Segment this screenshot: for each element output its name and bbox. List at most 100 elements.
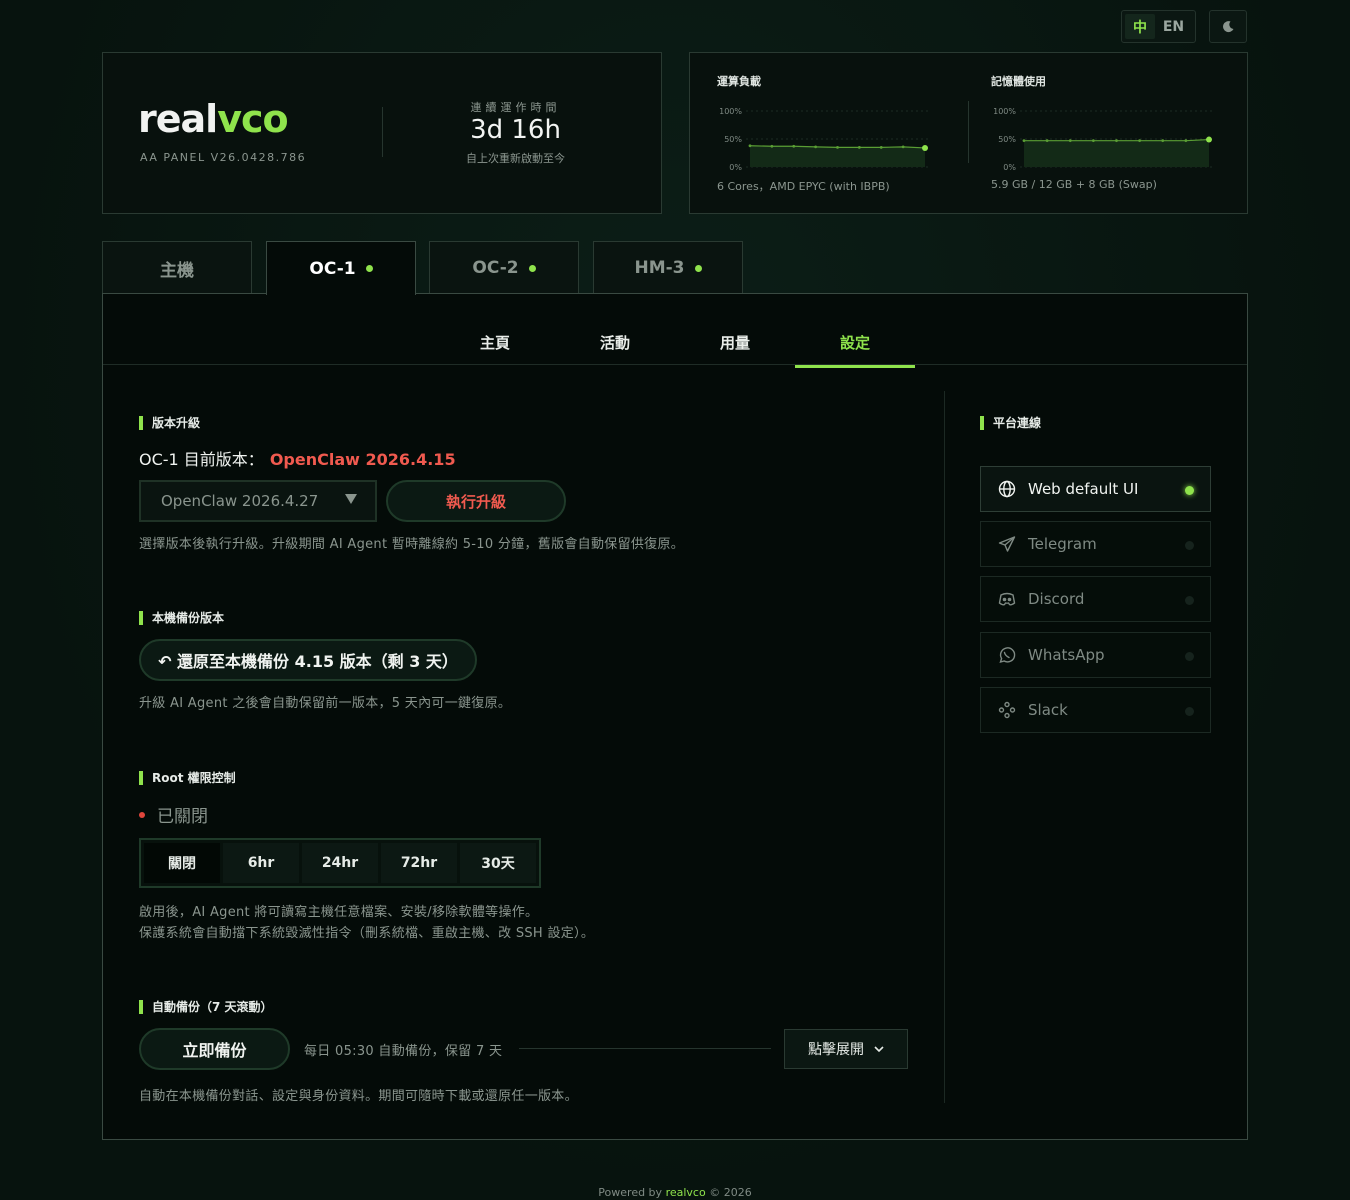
root-help-1: 啟用後，AI Agent 將可讀寫主機任意檔案、安裝/移除軟體等操作。 [139,905,539,920]
machine-tab-label: OC-2 [472,258,519,278]
local-backup-help: 升級 AI Agent 之後會自動保留前一版本，5 天內可一鍵復原。 [139,696,512,711]
root-duration-selector: 關閉 6hr 24hr 72hr 30天 [139,838,541,888]
caret-down-icon [345,494,357,504]
mem-foot: 5.9 GB / 12 GB + 8 GB (Swap) [991,178,1157,191]
auto-backup-section-title: 自動備份（7 天滾動） [139,1000,273,1014]
mem-sparkline: 100% 50% 0% [993,107,1213,172]
platform-label: WhatsApp [1028,646,1105,664]
mem-point [1022,139,1026,143]
subtab-home[interactable]: 主頁 [435,324,555,368]
backup-schedule: 每日 05:30 自動備份，保留 7 天 [304,1044,503,1059]
upgrade-help: 選擇版本後執行升級。升級期間 AI Agent 暫時離線約 5-10 分鐘，舊版… [139,537,685,552]
footer-suffix: © 2026 [709,1186,752,1199]
mem-tick-label: 100% [993,107,1016,116]
mem-point [1184,139,1188,143]
moon-icon [1223,20,1234,32]
language-toggle[interactable]: 中 EN [1121,10,1196,43]
machine-tab-label: OC-1 [309,258,356,279]
status-dot [139,811,145,818]
platform-label: Telegram [1028,535,1097,553]
mem-point [1161,139,1165,143]
cpu-area [750,145,925,167]
cpu-tick-label: 100% [719,107,742,116]
cpu-sparkline: 100% 50% 0% [719,107,929,172]
settings-panel: 主頁 活動 用量 設定 版本升級 OC-1 目前版本： OpenClaw 2026… [102,293,1248,1140]
footer: Powered by realvco © 2026 [0,1186,1350,1199]
root-option-24hr[interactable]: 24hr [302,843,378,883]
version-select-value: OpenClaw 2026.4.27 [161,492,319,510]
divider [382,107,383,157]
current-version: OC-1 目前版本： OpenClaw 2026.4.15 [139,446,456,470]
globe-icon [998,480,1016,498]
platform-telegram[interactable]: Telegram [980,521,1211,567]
telegram-icon [998,536,1016,552]
cpu-point [792,144,796,148]
subtab-divider [103,364,1247,365]
root-status: 已關閉 [139,802,208,827]
expand-backups-button[interactable]: 點擊展開 [784,1029,908,1069]
uptime-sub: 自上次重新啟動至今 [466,152,565,165]
uptime-value: 3d 16h [470,115,561,145]
upgrade-section-title: 版本升級 [139,416,200,430]
platform-discord[interactable]: Discord [980,576,1211,622]
machine-tab-oc1[interactable]: OC-1 [266,241,416,295]
cpu-tick-label: 0% [729,163,742,172]
platform-label: Slack [1028,701,1068,719]
cpu-point [879,146,883,149]
divider [519,1048,771,1049]
root-option-off[interactable]: 關閉 [144,843,220,883]
root-section-title: Root 權限控制 [139,771,236,785]
lang-zh-button[interactable]: 中 [1125,14,1155,39]
mem-point [1045,139,1049,143]
stats-card: 運算負載 100% 50% 0% 6 Cores，AMD EPYC (with IB… [689,52,1248,214]
mem-tick-label: 50% [998,135,1016,144]
root-option-72hr[interactable]: 72hr [381,843,457,883]
mem-point [1068,139,1072,143]
status-dot [1185,541,1194,550]
platform-label: Web default UI [1028,480,1139,498]
mem-tick-label: 0% [1003,163,1016,172]
cpu-point [857,146,861,149]
root-option-30d[interactable]: 30天 [460,843,536,883]
cpu-foot: 6 Cores，AMD EPYC (with IBPB) [717,180,890,193]
subtab-settings[interactable]: 設定 [795,324,915,368]
root-option-6hr[interactable]: 6hr [223,843,299,883]
version-select[interactable]: OpenClaw 2026.4.27 [139,480,377,522]
backup-now-button[interactable]: 立即備份 [139,1028,290,1070]
slack-icon [998,701,1016,719]
divider [968,101,969,163]
cpu-point [770,144,774,148]
machine-tab-oc2[interactable]: OC-2 [429,241,579,294]
subtab-activity[interactable]: 活動 [555,324,675,368]
lang-en-button[interactable]: EN [1155,19,1192,35]
machine-tab-host[interactable]: 主機 [102,241,252,294]
theme-toggle-button[interactable] [1209,10,1247,43]
logo: realvco [138,97,289,141]
restore-backup-button[interactable]: ↶ 還原至本機備份 4.15 版本（剩 3 天） [139,639,477,681]
subtab-usage[interactable]: 用量 [675,324,795,368]
footer-brand-link[interactable]: realvco [666,1186,706,1199]
panel-version: AA PANEL V26.0428.786 [140,151,307,164]
platform-slack[interactable]: Slack [980,687,1211,733]
auto-backup-help: 自動在本機備份對話、設定與身份資料。期間可隨時下載或還原任一版本。 [139,1089,578,1104]
local-backup-section-title: 本機備份版本 [139,611,224,625]
expand-label: 點擊展開 [808,1042,864,1058]
root-status-text: 已關閉 [157,807,208,827]
cpu-point [814,145,818,149]
mem-point [1091,139,1095,143]
upgrade-button[interactable]: 執行升級 [386,480,566,522]
root-help-2: 保護系統會自動擋下系統毀滅性指令（刪系統檔、重啟主機、改 SSH 設定）。 [139,926,595,941]
mem-area [1024,139,1209,167]
platform-whatsapp[interactable]: WhatsApp [980,632,1211,678]
discord-icon [998,592,1016,606]
platform-web-ui[interactable]: Web default UI [980,466,1211,512]
cpu-tick-label: 50% [724,135,742,144]
cpu-point [901,145,905,149]
online-dot [694,264,702,272]
current-version-label: OC-1 目前版本： [139,450,264,469]
platform-label: Discord [1028,590,1085,608]
cpu-point [922,144,928,151]
cpu-point [836,146,839,149]
machine-tab-hm3[interactable]: HM-3 [593,241,743,294]
uptime-label: 連續運作時間 [470,101,561,114]
